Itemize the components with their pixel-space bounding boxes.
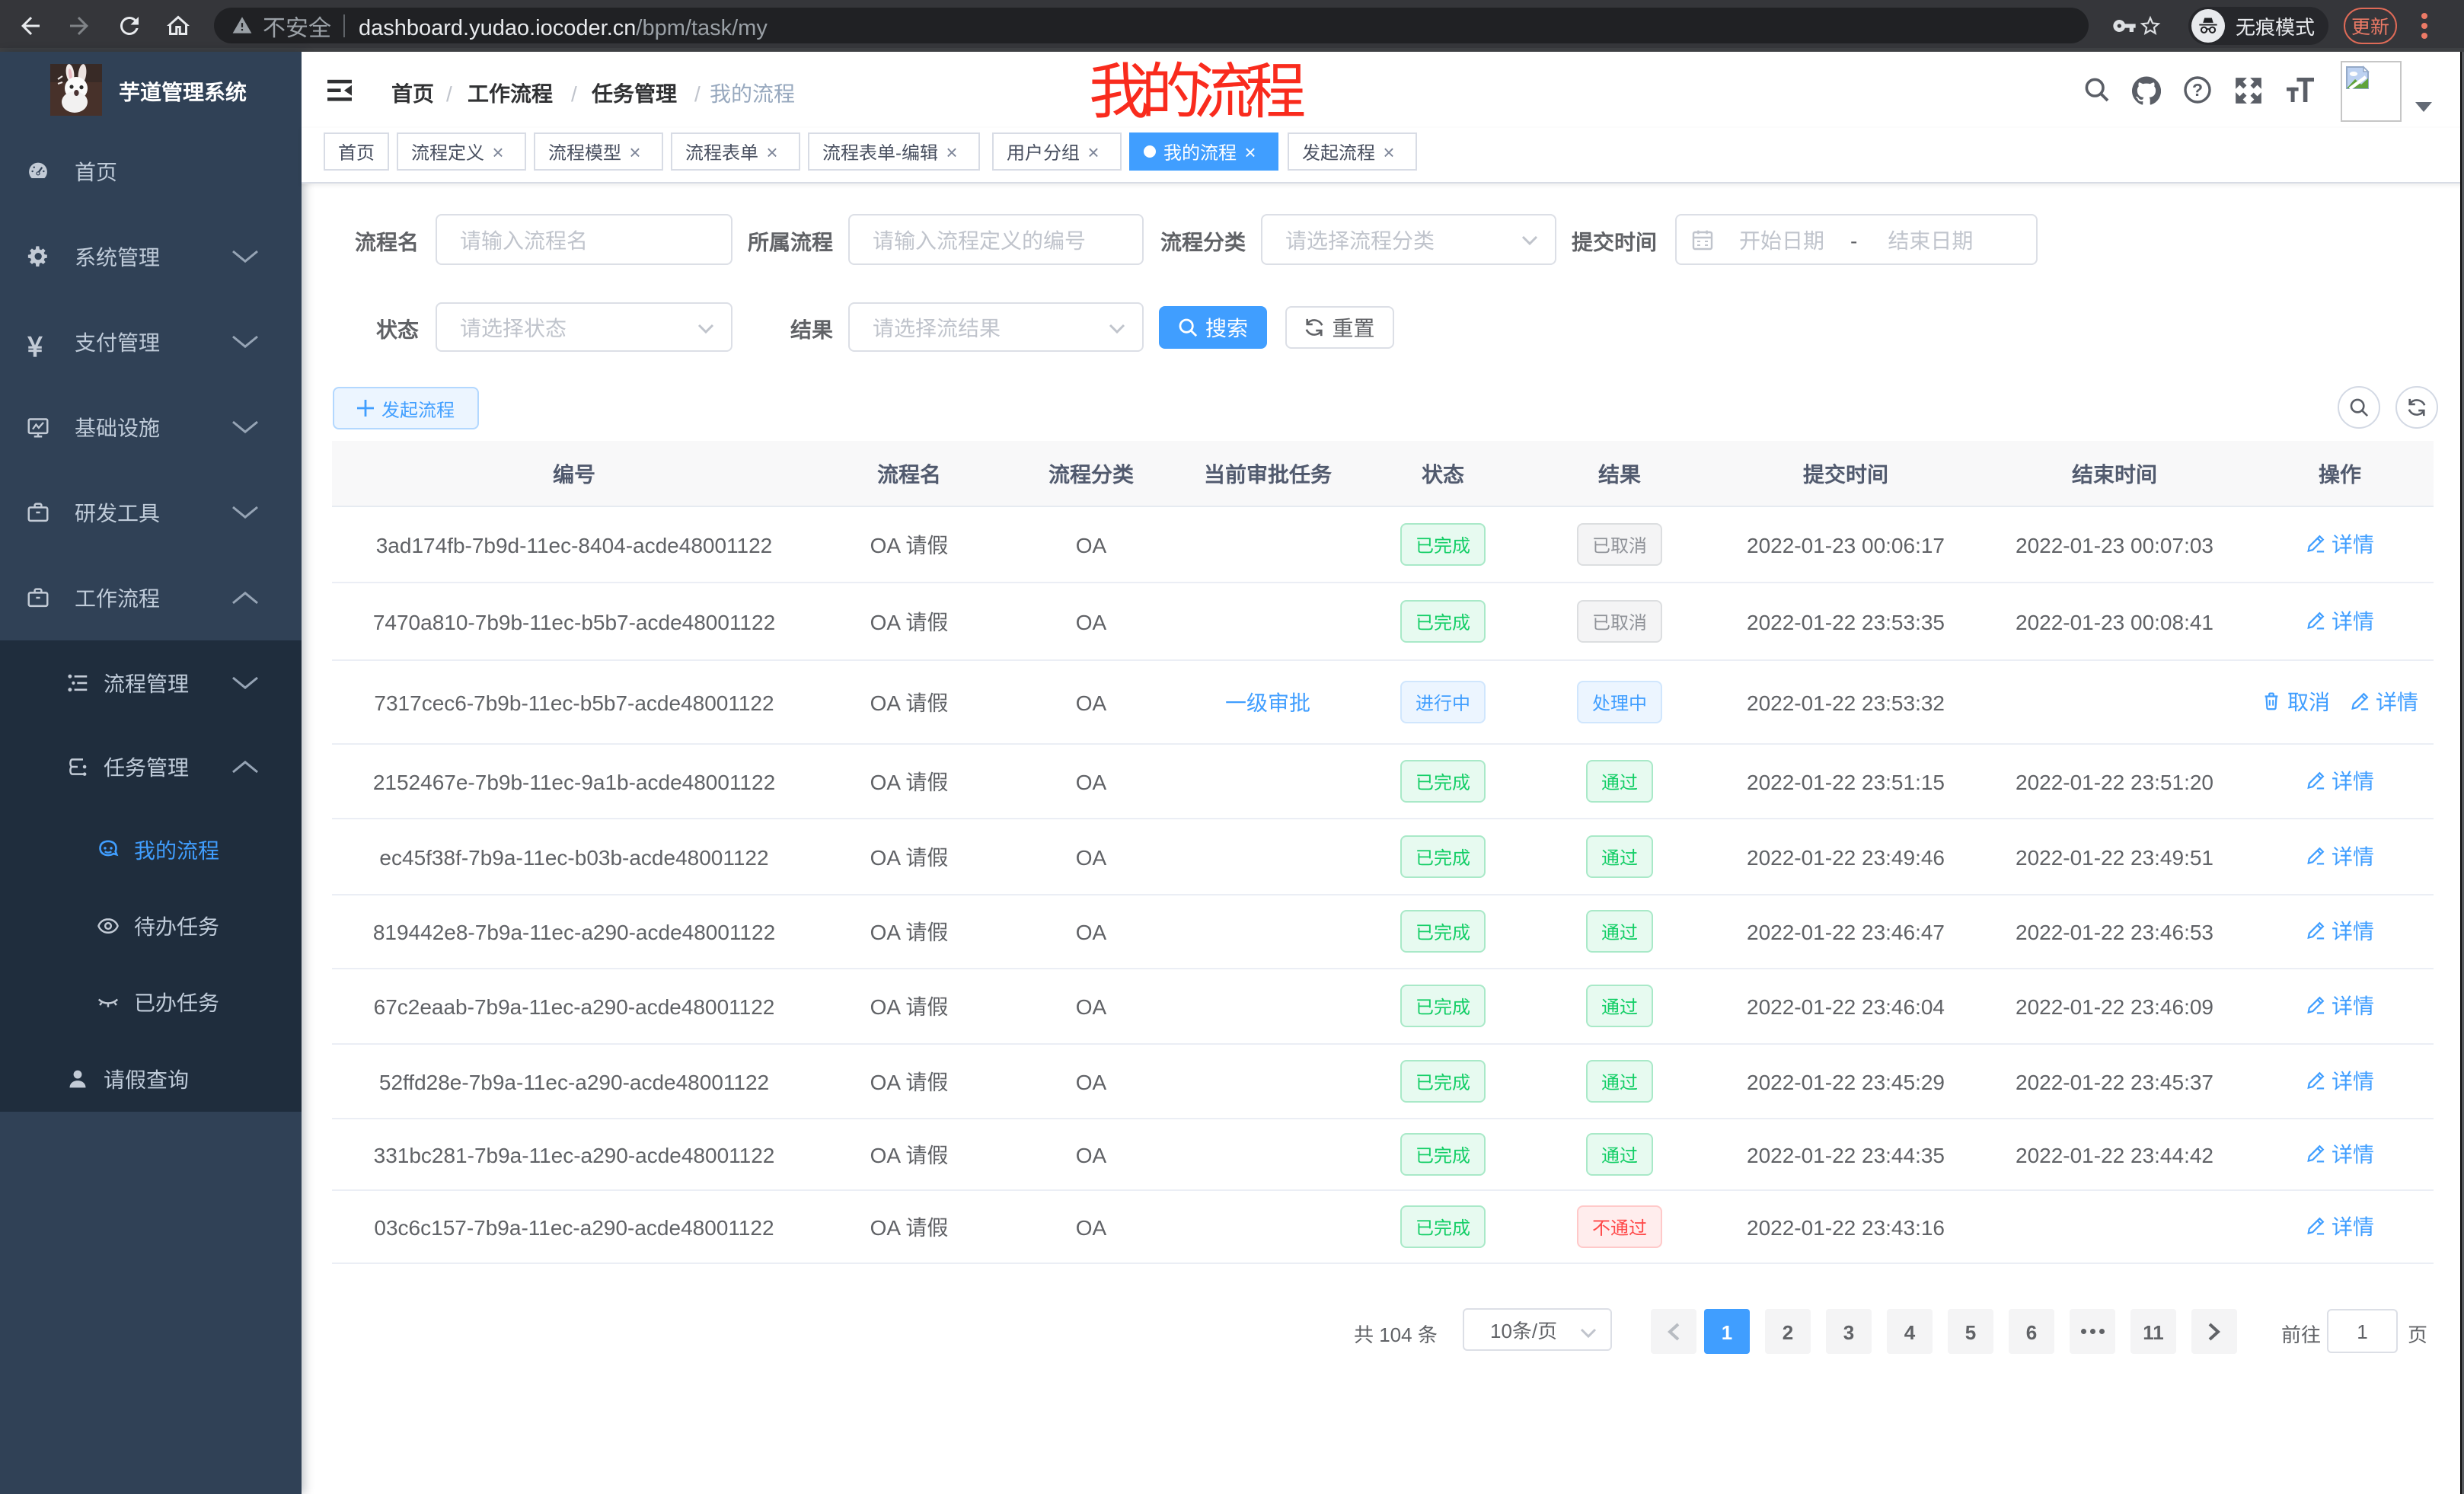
svg-text:?: ? [2192,80,2203,100]
